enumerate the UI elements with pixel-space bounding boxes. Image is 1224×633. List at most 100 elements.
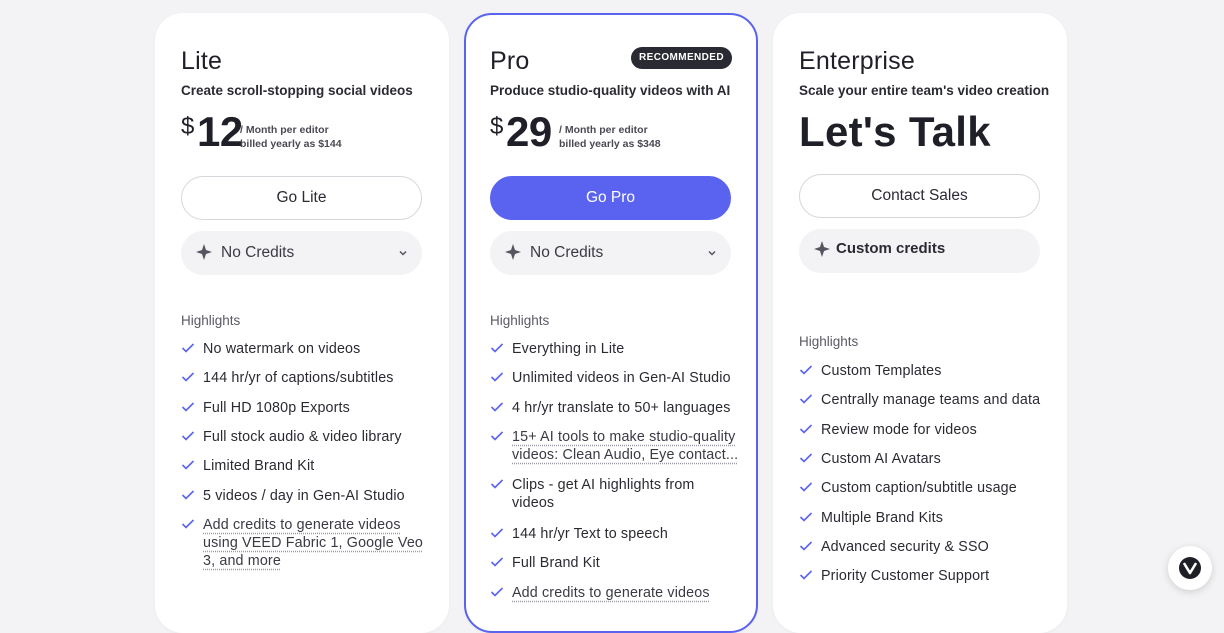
chat-launcher-button[interactable] bbox=[1168, 546, 1212, 590]
check-icon bbox=[799, 394, 813, 404]
feature-item: No watermark on videos bbox=[181, 340, 431, 358]
price-period: / Month per editor bbox=[240, 124, 329, 136]
check-icon bbox=[181, 519, 195, 529]
check-icon bbox=[490, 587, 504, 597]
feature-text: Custom AI Avatars bbox=[821, 451, 941, 467]
feature-item: Full stock audio & video library bbox=[181, 428, 431, 446]
feature-item: 4 hr/yr translate to 50+ languages bbox=[490, 399, 740, 417]
check-icon bbox=[799, 424, 813, 434]
check-icon bbox=[490, 557, 504, 567]
feature-item: 144 hr/yr of captions/subtitles bbox=[181, 369, 431, 387]
credits-info: Custom credits bbox=[799, 229, 1040, 273]
plan-tagline: Produce studio-quality videos with AI bbox=[490, 83, 731, 98]
feature-text: Full Brand Kit bbox=[512, 555, 600, 571]
feature-item: Multiple Brand Kits bbox=[799, 509, 1049, 527]
highlights-title: Highlights bbox=[181, 313, 241, 328]
feature-item[interactable]: Add credits to generate videos using VEE… bbox=[181, 516, 431, 570]
check-icon bbox=[181, 490, 195, 500]
billing-note: billed yearly as $144 bbox=[240, 138, 342, 150]
credits-label: No Credits bbox=[221, 244, 295, 261]
plan-name: Enterprise bbox=[799, 47, 915, 75]
feature-item: 144 hr/yr Text to speech bbox=[490, 525, 740, 543]
credits-label: No Credits bbox=[530, 244, 604, 261]
highlights-title: Highlights bbox=[799, 334, 859, 349]
feature-text: Review mode for videos bbox=[821, 422, 977, 438]
check-icon bbox=[181, 402, 195, 412]
feature-item: Review mode for videos bbox=[799, 421, 1049, 439]
feature-item: Priority Customer Support bbox=[799, 567, 1049, 585]
feature-item: Unlimited videos in Gen-AI Studio bbox=[490, 369, 740, 387]
check-icon bbox=[799, 570, 813, 580]
feature-text: 144 hr/yr Text to speech bbox=[512, 526, 668, 542]
contact-sales-button[interactable]: Contact Sales bbox=[799, 174, 1040, 218]
feature-text: 144 hr/yr of captions/subtitles bbox=[203, 370, 394, 386]
feature-text: Centrally manage teams and data bbox=[821, 392, 1041, 408]
feature-item[interactable]: 15+ AI tools to make studio-quality vide… bbox=[490, 428, 740, 464]
pricing-card-lite: Lite Create scroll-stopping social video… bbox=[155, 13, 449, 633]
feature-item: Advanced security & SSO bbox=[799, 538, 1049, 556]
sparkle-icon bbox=[505, 244, 521, 260]
feature-text: Limited Brand Kit bbox=[203, 458, 315, 474]
feature-item: Custom Templates bbox=[799, 362, 1049, 380]
feature-item: Full Brand Kit bbox=[490, 554, 740, 572]
veed-chat-icon bbox=[1179, 557, 1201, 579]
feature-text: Unlimited videos in Gen-AI Studio bbox=[512, 370, 731, 386]
pricing-card-enterprise: Enterprise Scale your entire team's vide… bbox=[773, 13, 1067, 633]
feature-item: Full HD 1080p Exports bbox=[181, 399, 431, 417]
go-lite-button[interactable]: Go Lite bbox=[181, 176, 422, 220]
feature-text: Priority Customer Support bbox=[821, 568, 990, 584]
check-icon bbox=[799, 512, 813, 522]
currency-symbol: $ bbox=[181, 113, 195, 140]
feature-text-tooltip[interactable]: Add credits to generate videos using VEE… bbox=[203, 516, 431, 570]
sparkle-icon bbox=[196, 244, 212, 260]
feature-text: 4 hr/yr translate to 50+ languages bbox=[512, 400, 731, 416]
feature-text-tooltip[interactable]: Add credits to generate videos bbox=[512, 584, 740, 602]
check-icon bbox=[490, 343, 504, 353]
price-note: / Month per editor billed yearly as $144 bbox=[240, 123, 342, 151]
feature-text: Everything in Lite bbox=[512, 341, 625, 357]
check-icon bbox=[490, 402, 504, 412]
feature-text: Multiple Brand Kits bbox=[821, 510, 944, 526]
feature-text: Custom caption/subtitle usage bbox=[821, 480, 1017, 496]
price-note: / Month per editor billed yearly as $348 bbox=[559, 123, 661, 151]
credits-dropdown[interactable]: No Credits bbox=[181, 231, 422, 275]
sparkle-icon bbox=[814, 241, 830, 257]
check-icon bbox=[181, 431, 195, 441]
feature-item: 5 videos / day in Gen-AI Studio bbox=[181, 487, 431, 505]
recommended-badge: RECOMMENDED bbox=[631, 47, 732, 69]
price-amount: 12 bbox=[197, 108, 243, 155]
feature-item: Limited Brand Kit bbox=[181, 457, 431, 475]
feature-text: 5 videos / day in Gen-AI Studio bbox=[203, 488, 405, 504]
highlights-title: Highlights bbox=[490, 313, 550, 328]
price-period: / Month per editor bbox=[559, 124, 648, 136]
feature-text: Advanced security & SSO bbox=[821, 539, 989, 555]
plan-name: Lite bbox=[181, 47, 223, 75]
check-icon bbox=[799, 482, 813, 492]
feature-text: Full stock audio & video library bbox=[203, 429, 402, 445]
check-icon bbox=[490, 431, 504, 441]
check-icon bbox=[490, 372, 504, 382]
credits-dropdown[interactable]: No Credits bbox=[490, 231, 731, 275]
check-icon bbox=[799, 541, 813, 551]
feature-item[interactable]: Add credits to generate videos bbox=[490, 584, 740, 602]
feature-item: Custom caption/subtitle usage bbox=[799, 479, 1049, 497]
check-icon bbox=[181, 343, 195, 353]
credits-label: Custom credits bbox=[836, 240, 946, 257]
feature-text: Full HD 1080p Exports bbox=[203, 400, 350, 416]
check-icon bbox=[799, 365, 813, 375]
plan-tagline: Scale your entire team's video creation bbox=[799, 83, 1050, 98]
chevron-down-icon bbox=[399, 250, 407, 256]
feature-text-tooltip[interactable]: 15+ AI tools to make studio-quality vide… bbox=[512, 428, 740, 464]
feature-item: Centrally manage teams and data bbox=[799, 391, 1049, 409]
feature-text: Clips - get AI highlights from videos bbox=[512, 477, 695, 511]
plan-name: Pro bbox=[490, 47, 530, 75]
pricing-card-pro: Pro RECOMMENDED Produce studio-quality v… bbox=[464, 13, 758, 633]
feature-item: Clips - get AI highlights from videos bbox=[490, 476, 740, 512]
price-text: Let's Talk bbox=[799, 108, 991, 155]
go-pro-button[interactable]: Go Pro bbox=[490, 176, 731, 220]
feature-text: No watermark on videos bbox=[203, 341, 361, 357]
check-icon bbox=[490, 528, 504, 538]
currency-symbol: $ bbox=[490, 113, 504, 140]
check-icon bbox=[799, 453, 813, 463]
plan-tagline: Create scroll-stopping social videos bbox=[181, 83, 413, 98]
